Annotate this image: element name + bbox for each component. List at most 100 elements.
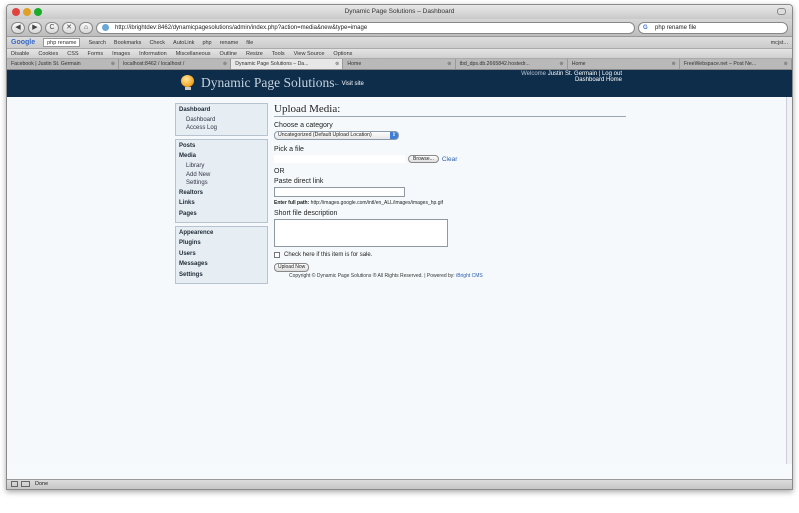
page-content: Dashboard Dashboard Access Log Posts Med… xyxy=(7,97,792,464)
status-bar: Done xyxy=(7,479,792,489)
devbar-item-resize[interactable]: Resize xyxy=(246,51,263,57)
forward-button[interactable]: ▶ xyxy=(28,21,42,34)
devbar-item-information[interactable]: Information xyxy=(139,51,167,57)
category-label: Choose a category xyxy=(274,122,333,129)
sidebar-item-library[interactable]: Library xyxy=(176,162,267,171)
navigation-bar: ◀ ▶ C ✕ ⌂ http://ibrightdev:8462/dynamic… xyxy=(7,19,792,37)
browse-button[interactable]: Browse... xyxy=(408,155,439,163)
status-window-icon[interactable] xyxy=(21,481,30,487)
toolbar-item-bookmarks[interactable]: Bookmarks xyxy=(114,40,142,46)
tab-label: tbd_dps.db.2665842.hostedr... xyxy=(459,61,530,67)
sidebar-item-appearence[interactable]: Appearence xyxy=(176,228,267,239)
sidebar-item-add-new[interactable]: Add New xyxy=(176,171,267,180)
devbar-item-options[interactable]: Options xyxy=(333,51,352,57)
tab-close-icon[interactable]: ⊗ xyxy=(335,59,339,69)
sale-checkbox[interactable] xyxy=(274,252,280,258)
web-developer-toolbar: Disable Cookies CSS Forms Images Informa… xyxy=(7,49,792,59)
devbar-item-view-source[interactable]: View Source xyxy=(294,51,325,57)
hint-bold: Enter full path: xyxy=(274,200,310,206)
sidebar-item-settings[interactable]: Settings xyxy=(176,270,267,281)
site-favicon-icon xyxy=(102,24,109,31)
title-bar: Dynamic Page Solutions – Dashboard xyxy=(7,5,792,19)
toolbar-toggle-button[interactable] xyxy=(777,8,786,15)
minimize-window-button[interactable] xyxy=(23,8,31,16)
sidebar-heading-dashboard[interactable]: Dashboard xyxy=(176,105,267,116)
back-button[interactable]: ◀ xyxy=(11,21,25,34)
tab-home[interactable]: Home ⊗ xyxy=(343,59,456,69)
toolbar-item-check[interactable]: Check xyxy=(149,40,165,46)
devbar-item-outline[interactable]: Outline xyxy=(220,51,237,57)
tab-facebook[interactable]: Facebook | Justin St. Germain ⊗ xyxy=(7,59,120,69)
tab-close-icon[interactable]: ⊗ xyxy=(784,59,788,69)
sidebar-item-plugins[interactable]: Plugins xyxy=(176,238,267,249)
google-toolbar: Google php rename Search Bookmarks Check… xyxy=(7,37,792,49)
devbar-item-images[interactable]: Images xyxy=(112,51,130,57)
tab-home-2[interactable]: Home ⊗ xyxy=(568,59,680,69)
tab-dynamic-page-solutions[interactable]: Dynamic Page Solutions – Da... ⊗ xyxy=(231,59,344,69)
toolbar-account[interactable]: mcjst... xyxy=(771,40,788,46)
tab-close-icon[interactable]: ⊗ xyxy=(447,59,451,69)
tab-tbd-dps[interactable]: tbd_dps.db.2665842.hostedr... ⊗ xyxy=(456,59,568,69)
tab-bar: Facebook | Justin St. Germain ⊗ localhost… xyxy=(7,59,792,70)
sidebar-item-dashboard[interactable]: Dashboard xyxy=(176,116,267,125)
sidebar-group-admin: Appearence Plugins Users Messages Settin… xyxy=(175,225,268,284)
devbar-item-forms[interactable]: Forms xyxy=(88,51,104,57)
tab-close-icon[interactable]: ⊗ xyxy=(671,59,675,69)
reload-button[interactable]: C xyxy=(45,21,59,34)
file-path-display xyxy=(274,155,405,163)
status-toggle-icon[interactable] xyxy=(11,481,18,487)
clear-link[interactable]: Clear xyxy=(442,156,458,163)
direct-link-hint: Enter full path: http://images.google.co… xyxy=(274,200,626,206)
sidebar-item-media[interactable]: Media xyxy=(176,151,267,162)
sidebar-item-links[interactable]: Links xyxy=(176,198,267,209)
sidebar-item-access-log[interactable]: Access Log xyxy=(176,124,267,133)
devbar-item-css[interactable]: CSS xyxy=(67,51,78,57)
zoom-window-button[interactable] xyxy=(34,8,42,16)
direct-link-label: Paste direct link xyxy=(274,178,324,185)
toolbar-item-rename[interactable]: rename xyxy=(220,40,239,46)
tab-close-icon[interactable]: ⊗ xyxy=(559,59,563,69)
url-bar[interactable]: http://ibrightdev:8462/dynamicpagesoluti… xyxy=(96,21,635,34)
sidebar-item-realtors[interactable]: Realtors xyxy=(176,188,267,199)
browser-search-text: php rename file xyxy=(655,24,697,31)
google-logo: Google xyxy=(11,39,36,46)
description-textarea[interactable] xyxy=(274,219,448,247)
tab-label: Facebook | Justin St. Germain xyxy=(11,61,81,67)
vertical-scrollbar[interactable] xyxy=(786,97,792,464)
close-window-button[interactable] xyxy=(12,8,20,16)
select-arrows-icon: ⇕ xyxy=(390,132,398,139)
page-title: Upload Media: xyxy=(274,103,626,117)
admin-sidebar: Dashboard Dashboard Access Log Posts Med… xyxy=(175,103,268,287)
dashboard-home-link[interactable]: Dashboard Home xyxy=(575,77,622,83)
tab-close-icon[interactable]: ⊗ xyxy=(223,59,227,69)
toolbar-item-search[interactable]: Search xyxy=(88,40,105,46)
tab-close-icon[interactable]: ⊗ xyxy=(111,59,115,69)
sidebar-item-posts[interactable]: Posts xyxy=(176,141,267,152)
ibright-cms-link[interactable]: iBright CMS xyxy=(456,273,483,279)
direct-link-input[interactable] xyxy=(274,187,405,197)
category-select[interactable]: Uncategorized (Default Upload Location) … xyxy=(274,131,399,140)
sidebar-item-messages[interactable]: Messages xyxy=(176,259,267,270)
site-title: Dynamic Page Solutions xyxy=(201,75,335,90)
upload-now-button[interactable]: Upload Now xyxy=(274,263,310,272)
sidebar-item-users[interactable]: Users xyxy=(176,249,267,260)
devbar-item-cookies[interactable]: Cookies xyxy=(38,51,58,57)
toolbar-item-file[interactable]: file xyxy=(246,40,253,46)
category-selected-value: Uncategorized (Default Upload Location) xyxy=(278,132,372,138)
toolbar-item-php[interactable]: php xyxy=(202,40,211,46)
home-button[interactable]: ⌂ xyxy=(79,21,93,34)
tab-localhost[interactable]: localhost:8462 / localhost / ⊗ xyxy=(119,59,232,69)
visit-site-link[interactable]: ← Visit site xyxy=(334,81,364,87)
google-toolbar-search-input[interactable]: php rename xyxy=(43,38,81,47)
copyright-text: Copyright © Dynamic Page Solutions ® All… xyxy=(289,273,455,279)
tab-freewebspace[interactable]: FreeWebspace.net – Post Ne... ⊗ xyxy=(680,59,792,69)
devbar-item-miscellaneous[interactable]: Miscellaneous xyxy=(176,51,211,57)
browser-search-input[interactable]: G php rename file xyxy=(638,21,788,34)
sidebar-item-media-settings[interactable]: Settings xyxy=(176,179,267,188)
toolbar-item-autolink[interactable]: AutoLink xyxy=(173,40,194,46)
stop-button[interactable]: ✕ xyxy=(62,21,76,34)
devbar-item-tools[interactable]: Tools xyxy=(272,51,285,57)
sidebar-item-pages[interactable]: Pages xyxy=(176,209,267,220)
sidebar-group-dashboard: Dashboard Dashboard Access Log xyxy=(175,103,268,136)
devbar-item-disable[interactable]: Disable xyxy=(11,51,29,57)
